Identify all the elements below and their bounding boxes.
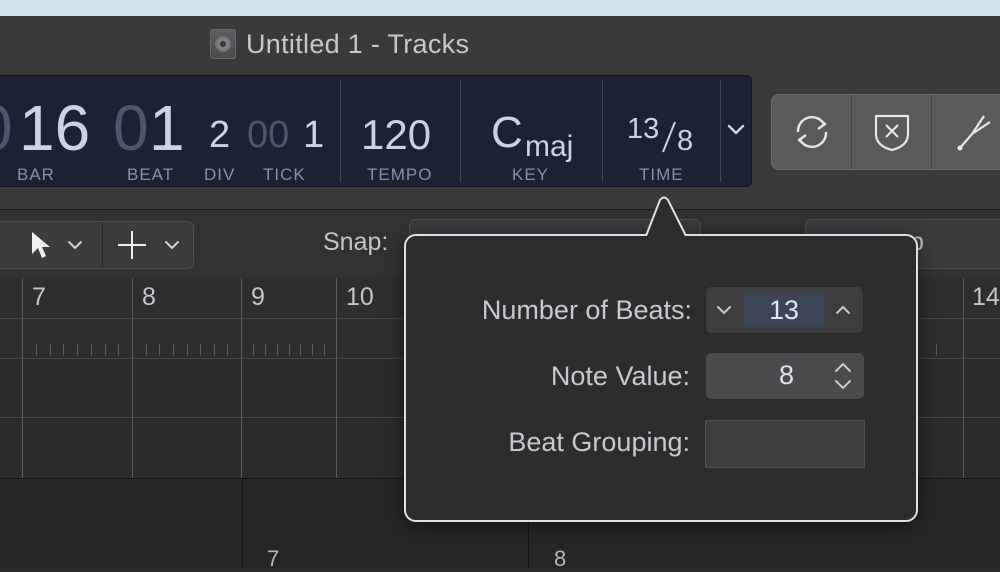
lcd-tick-leading: 00 [247, 114, 290, 156]
ruler-tick [214, 344, 215, 356]
chevron-down-icon [164, 241, 179, 250]
tuner-button[interactable] [932, 95, 1000, 169]
lcd-key-mode[interactable]: maj [525, 128, 573, 166]
lcd-time-numerator[interactable]: 13 [627, 110, 659, 148]
ruler-tick [173, 344, 174, 356]
ruler-tick [77, 344, 78, 356]
ruler-bar-number: 7 [32, 283, 46, 311]
ruler-tick [324, 344, 325, 356]
tuning-fork-icon [957, 115, 991, 151]
tool-menus [0, 221, 194, 269]
ruler-tick [227, 344, 228, 356]
bar-line [241, 278, 242, 478]
lcd-divider [340, 80, 341, 182]
ruler-tick [63, 344, 64, 356]
bar-line [336, 278, 337, 478]
lcd-divider [602, 80, 603, 182]
ruler-tick [159, 344, 160, 356]
lcd-tick-value[interactable]: 1 [303, 116, 324, 154]
lcd-div-value[interactable]: 2 [209, 116, 230, 154]
chevron-down-icon [717, 306, 731, 315]
lcd-key-root[interactable]: C [491, 111, 523, 155]
ruler-tick [289, 344, 290, 356]
replace-button[interactable] [852, 95, 932, 169]
region-label: 8 [554, 546, 567, 571]
popover-arrow [624, 196, 704, 238]
bar-line [22, 278, 23, 478]
ruler-tick [50, 344, 51, 356]
ruler-bar-number: 14 [972, 283, 1000, 311]
bar-line [132, 278, 133, 478]
note-value-select[interactable]: 8 [705, 352, 865, 400]
snap-label: Snap: [323, 228, 389, 256]
marquee-tool-icon [117, 231, 146, 259]
left-click-tool-menu[interactable] [0, 222, 102, 268]
ruler-tick [187, 344, 188, 356]
pointer-tool-icon [32, 232, 51, 258]
cmd-click-tool-menu[interactable] [101, 222, 194, 268]
ruler-tick [300, 344, 301, 356]
region-boundary [242, 478, 243, 568]
ruler-tick [105, 344, 106, 356]
ruler-tick [312, 344, 313, 356]
window-title: Untitled 1 - Tracks [210, 26, 469, 62]
lcd-tempo-label: TEMPO [367, 165, 433, 184]
number-of-beats-value[interactable]: 13 [744, 293, 824, 327]
ruler-tick [146, 344, 147, 356]
project-file-icon [210, 29, 236, 59]
note-value-label: Note Value: [550, 361, 690, 391]
lcd-key-label: KEY [512, 165, 550, 184]
ruler-bar-number: 10 [346, 283, 374, 311]
lcd-divider [720, 80, 721, 182]
lcd-display[interactable]: 0 16 BAR 0 1 BEAT 2 DIV 00 1 TICK 120 TE… [0, 75, 752, 187]
decrement-button[interactable] [706, 287, 742, 333]
lcd-time-denominator[interactable]: 8 [677, 122, 693, 160]
lcd-beat-label: BEAT [127, 165, 175, 184]
lcd-bar-label: BAR [17, 165, 55, 184]
ruler-tick [91, 344, 92, 356]
chevron-down-icon[interactable] [727, 124, 745, 136]
up-down-chevron-icon [835, 362, 851, 390]
ruler-tick [118, 344, 119, 356]
ruler-bar-number: 8 [142, 283, 156, 311]
lcd-divider [460, 80, 461, 182]
number-of-beats-stepper[interactable]: 13 [705, 286, 864, 334]
increment-button[interactable] [825, 287, 861, 333]
ruler-tick [36, 344, 37, 356]
beat-grouping-field[interactable] [705, 420, 865, 468]
lcd-beat-leading: 0 [113, 92, 149, 164]
ruler-tick [200, 344, 201, 356]
lcd-beat-value[interactable]: 1 [149, 96, 185, 160]
lcd-time-slash [662, 121, 676, 153]
control-bar-buttons [771, 94, 1000, 170]
cycle-icon [796, 116, 827, 148]
lcd-time-label: TIME [639, 165, 684, 184]
note-value-value: 8 [778, 360, 794, 390]
lcd-tick-label: TICK [263, 165, 306, 184]
ruler-tick [277, 344, 278, 356]
shield-x-icon [874, 114, 909, 152]
region-label: 7 [267, 546, 280, 571]
lcd-tempo-value[interactable]: 120 [361, 114, 431, 156]
ruler-tick [265, 344, 266, 356]
lcd-bar-value[interactable]: 16 [19, 96, 90, 160]
ruler-tick [936, 344, 937, 356]
chevron-down-icon [68, 241, 83, 250]
desktop-strip [0, 0, 1000, 17]
lcd-bar-leading: 0 [0, 96, 13, 160]
window-title-text: Untitled 1 - Tracks [246, 28, 470, 59]
beat-grouping-label: Beat Grouping: [508, 427, 690, 457]
ruler-tick [253, 344, 254, 356]
chevron-up-icon [836, 305, 850, 314]
number-of-beats-label: Number of Beats: [481, 295, 692, 325]
ruler-bar-number: 9 [251, 283, 265, 311]
bar-line [963, 278, 964, 478]
cycle-button[interactable] [772, 95, 852, 169]
lcd-div-label: DIV [204, 165, 236, 184]
